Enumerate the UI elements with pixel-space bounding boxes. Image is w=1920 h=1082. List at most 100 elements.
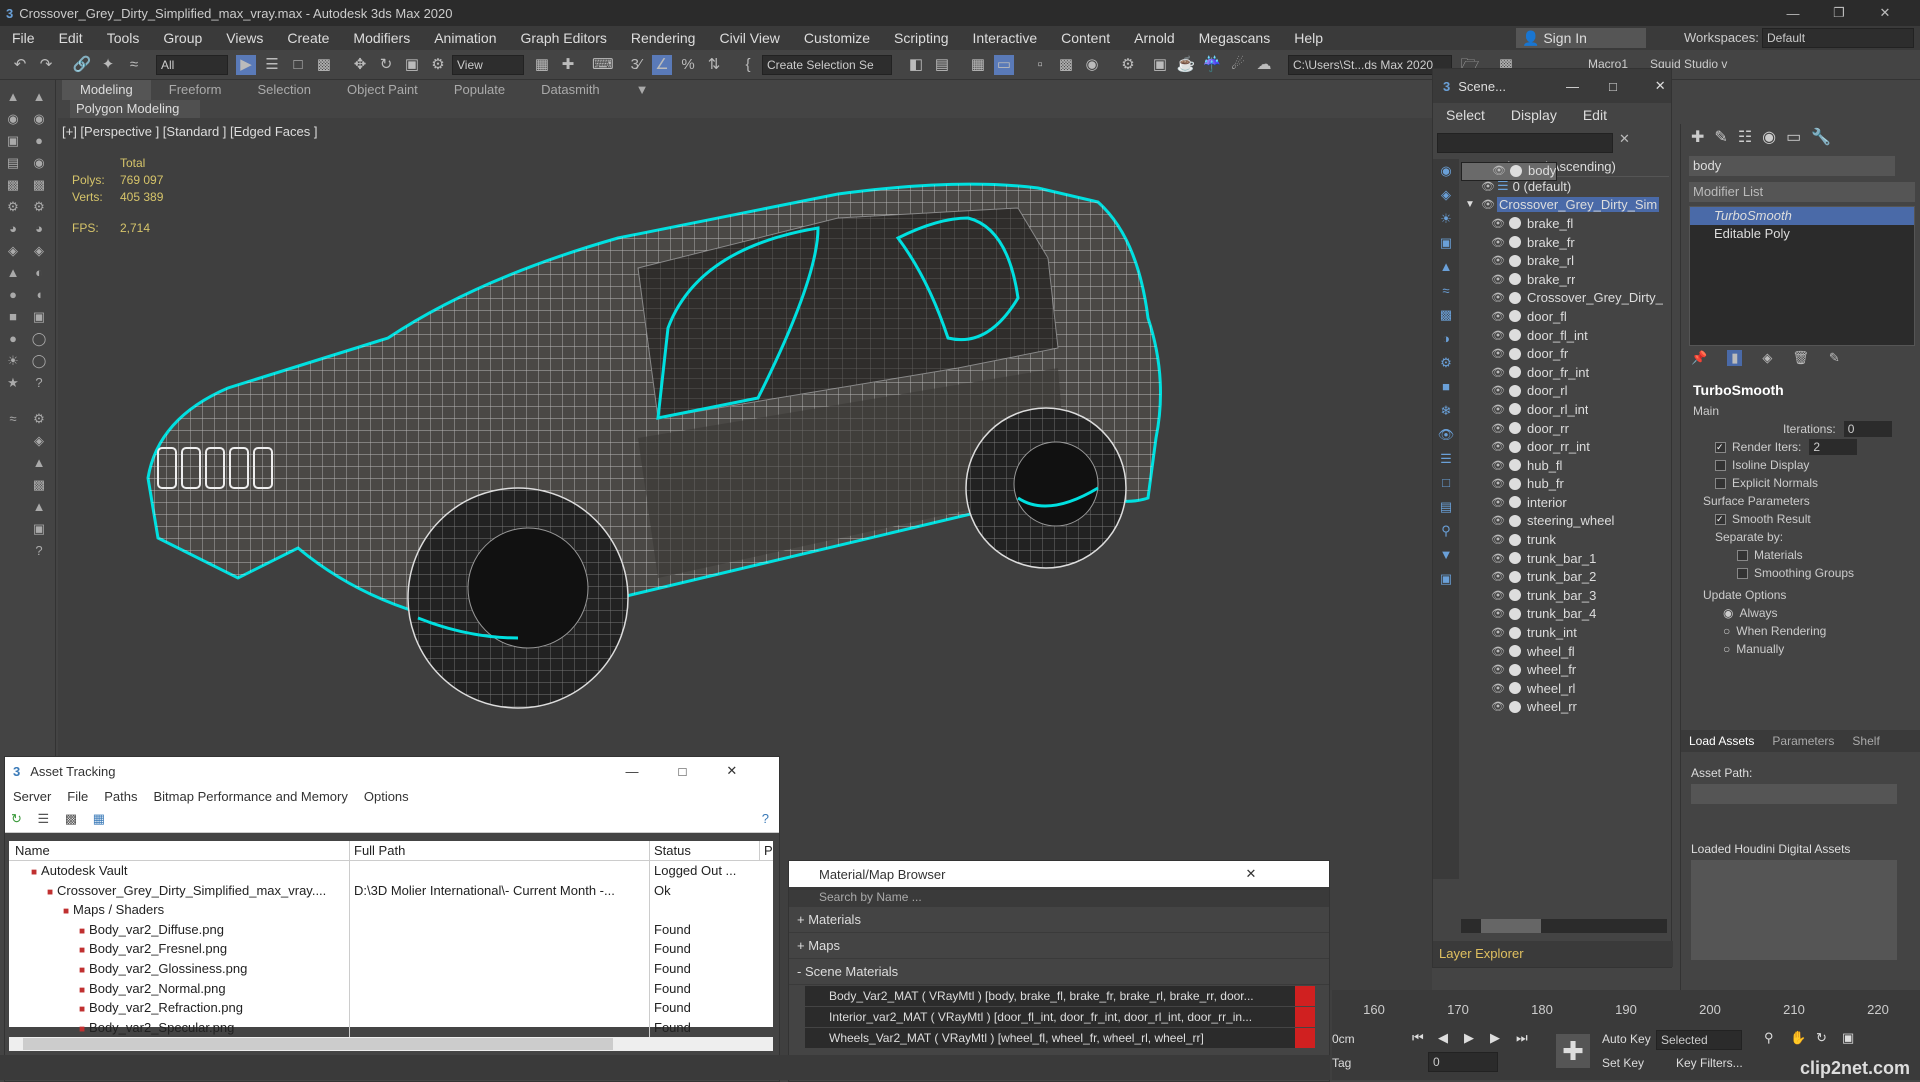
asset-menu-paths[interactable]: Paths xyxy=(96,789,145,804)
filter-helpers-icon[interactable]: ▲ xyxy=(1433,255,1459,279)
menu-views[interactable]: Views xyxy=(214,30,275,46)
eye-icon[interactable]: 👁 xyxy=(1479,180,1497,193)
eye-icon[interactable]: 👁 xyxy=(1489,422,1507,435)
menu-content[interactable]: Content xyxy=(1049,30,1122,46)
filter-geometry-icon[interactable]: ◉ xyxy=(1433,159,1459,183)
tool-icon-7[interactable]: ▤ xyxy=(4,154,22,172)
curve-editor-icon[interactable]: ▫ xyxy=(1030,55,1050,75)
maximize-viewport-icon[interactable]: ▣ xyxy=(1842,1030,1854,1046)
edit-named-sets-icon[interactable]: { xyxy=(738,55,758,75)
render-online-icon[interactable]: ☁ xyxy=(1254,55,1274,75)
eye-icon[interactable]: 👁 xyxy=(1489,496,1507,509)
tree-item-door_rl[interactable]: 👁 door_rl xyxy=(1461,382,1669,401)
table-view-icon[interactable]: ▦ xyxy=(93,811,105,827)
display-tab-icon[interactable]: ▭ xyxy=(1786,127,1801,147)
asset-row[interactable]: ■ Body_var2_Refraction.png Found xyxy=(9,998,773,1018)
tree-item-hub_fl[interactable]: 👁 hub_fl xyxy=(1461,456,1669,475)
modifier-list-select[interactable]: Modifier List xyxy=(1689,182,1915,202)
tree-item-trunk_bar_2[interactable]: 👁 trunk_bar_2 xyxy=(1461,567,1669,586)
menu-create[interactable]: Create xyxy=(275,30,341,46)
percent-snap-icon[interactable]: % xyxy=(678,55,698,75)
eye-icon[interactable]: 👁 xyxy=(1489,440,1507,453)
tree-item-door_fr_int[interactable]: 👁 door_fr_int xyxy=(1461,363,1669,382)
tree-item-wheel_rr[interactable]: 👁 wheel_rr xyxy=(1461,698,1669,717)
tool-icon-6[interactable]: ● xyxy=(30,132,48,150)
polygon-modeling-panel[interactable]: Polygon Modeling xyxy=(70,100,200,118)
select-by-name-icon[interactable]: ☰ xyxy=(262,55,282,75)
tree-item-door_fr[interactable]: 👁 door_fr xyxy=(1461,344,1669,363)
minimize-button[interactable]: — xyxy=(1770,0,1816,26)
rendered-frame-icon[interactable]: ▣ xyxy=(1150,55,1170,75)
move-icon[interactable]: ✥ xyxy=(350,55,370,75)
scene-menu-edit[interactable]: Edit xyxy=(1570,107,1620,123)
menu-civil-view[interactable]: Civil View xyxy=(707,30,791,46)
pivot-icon[interactable]: ▦ xyxy=(532,55,552,75)
tree-item-body[interactable]: 👁 body xyxy=(1461,162,1558,181)
thumbnail-view-icon[interactable]: ▩ xyxy=(65,811,77,827)
iterations-spinner[interactable]: 0 xyxy=(1843,421,1892,437)
tool-icon-32[interactable]: ▲ xyxy=(30,454,48,472)
eye-icon[interactable]: 👁 xyxy=(1489,291,1507,304)
next-frame-icon[interactable]: ▶ xyxy=(1490,1030,1500,1046)
tool-icon-21[interactable]: ■ xyxy=(4,308,22,326)
layer-explorer-icon[interactable]: ▦ xyxy=(968,55,988,75)
filter-invert-icon[interactable]: ▤ xyxy=(1433,495,1459,519)
material-item-wheels[interactable]: Wheels_Var2_MAT ( VRayMtl ) [wheel_fl, w… xyxy=(805,1028,1315,1048)
filter-hidden-icon[interactable]: 👁 xyxy=(1433,423,1459,447)
tree-item-trunk_bar_3[interactable]: 👁 trunk_bar_3 xyxy=(1461,586,1669,605)
menu-file[interactable]: File xyxy=(0,30,47,46)
layer-explorer-select[interactable]: Layer Explorer xyxy=(1433,941,1673,967)
eye-icon[interactable]: 👁 xyxy=(1489,273,1507,286)
placement-icon[interactable]: ⚙ xyxy=(428,55,448,75)
tool-icon-12[interactable]: ⚙ xyxy=(30,198,48,216)
tool-icon-34[interactable]: ▲ xyxy=(30,498,48,516)
filter-bones-icon[interactable]: ⚙ xyxy=(1433,351,1459,375)
tree-item-door_fl[interactable]: 👁 door_fl xyxy=(1461,307,1669,326)
toggle-ribbon-icon[interactable]: ▭ xyxy=(994,55,1014,75)
render-iterative-icon[interactable]: ☔ xyxy=(1202,55,1222,75)
eye-icon[interactable]: 👁 xyxy=(1489,254,1507,267)
tree-item-brake_fl[interactable]: 👁 brake_fl xyxy=(1461,214,1669,233)
menu-modifiers[interactable]: Modifiers xyxy=(341,30,422,46)
eye-icon[interactable]: 👁 xyxy=(1479,198,1497,211)
filter-icon[interactable]: ▼ xyxy=(1433,543,1459,567)
tool-icon-19[interactable]: ● xyxy=(4,286,22,304)
eye-icon[interactable]: 👁 xyxy=(1489,329,1507,342)
set-key-button[interactable]: Set Key xyxy=(1602,1056,1644,1070)
smooth-result-checkbox[interactable]: ✓ xyxy=(1715,513,1726,525)
asset-row[interactable]: ■ Autodesk Vault Logged Out ... xyxy=(9,861,773,881)
eye-icon[interactable]: 👁 xyxy=(1489,310,1507,323)
isoline-checkbox[interactable] xyxy=(1715,459,1726,471)
asset-path-field[interactable] xyxy=(1691,784,1897,804)
asset-row[interactable]: ■ Maps / Shaders xyxy=(9,900,773,920)
region-select-icon[interactable]: □ xyxy=(288,55,308,75)
key-selection-select[interactable]: Selected xyxy=(1656,1030,1742,1050)
menu-animation[interactable]: Animation xyxy=(422,30,508,46)
tool-icon-31[interactable]: ◈ xyxy=(30,432,48,450)
render-setup-icon[interactable]: ⚙ xyxy=(1118,55,1138,75)
tree-item-steering_wheel[interactable]: 👁 steering_wheel xyxy=(1461,512,1669,531)
undo-icon[interactable]: ↶ xyxy=(10,55,30,75)
tool-icon-33[interactable]: ▩ xyxy=(30,476,48,494)
tree-item-wheel_fr[interactable]: 👁 wheel_fr xyxy=(1461,660,1669,679)
tree-item-trunk[interactable]: 👁 trunk xyxy=(1461,530,1669,549)
viewport-label[interactable]: [+] [Perspective ] [Standard ] [Edged Fa… xyxy=(62,124,317,139)
eye-icon[interactable]: 👁 xyxy=(1489,700,1507,713)
selection-filter-select[interactable]: All xyxy=(156,55,228,75)
keyboard-shortcut-icon[interactable]: ⌨ xyxy=(592,55,614,75)
tab-freeform[interactable]: Freeform xyxy=(151,80,240,100)
options-icon[interactable]: ▣ xyxy=(1433,567,1459,591)
prev-frame-icon[interactable]: ◀ xyxy=(1438,1030,1448,1046)
project-path-select[interactable]: C:\Users\St...ds Max 2020 xyxy=(1288,55,1452,75)
section-materials[interactable]: + Materials xyxy=(789,907,1329,933)
asset-close-button[interactable]: ✕ xyxy=(726,763,737,779)
utilities-tab-icon[interactable]: 🔧 xyxy=(1811,127,1831,147)
tree-item-brake_fr[interactable]: 👁 brake_fr xyxy=(1461,233,1669,252)
asset-row[interactable]: ■ Body_var2_Fresnel.png Found xyxy=(9,939,773,959)
material-search-input[interactable]: Search by Name ... xyxy=(789,887,1329,907)
remove-modifier-icon[interactable]: 🗑 xyxy=(1792,350,1809,366)
scale-icon[interactable]: ▣ xyxy=(402,55,422,75)
align-icon[interactable]: ▤ xyxy=(932,55,952,75)
timeline-ruler[interactable]: 160 170 180 190 200 210 220 xyxy=(1332,990,1920,1017)
tree-group[interactable]: ▼ 👁 Crossover_Grey_Dirty_Sim xyxy=(1461,196,1669,215)
